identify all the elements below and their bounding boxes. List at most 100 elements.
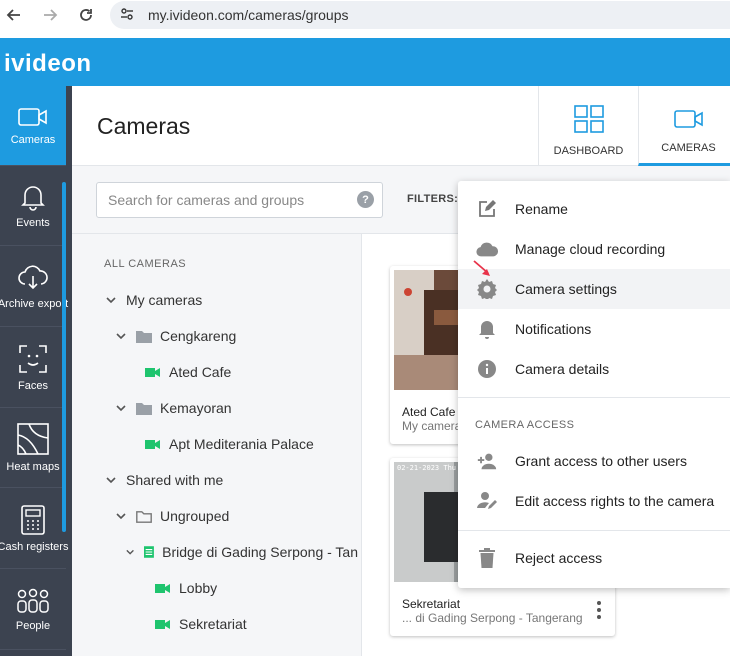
gear-icon <box>476 278 498 300</box>
camera-online-icon <box>155 583 170 593</box>
site-settings-icon[interactable] <box>120 7 134 21</box>
menu-item-label: Camera settings <box>515 281 617 297</box>
back-arrow-icon[interactable] <box>6 7 22 23</box>
bell-icon <box>21 185 45 211</box>
menu-item-rename[interactable]: Rename <box>458 189 730 229</box>
chevron-down-icon[interactable] <box>116 331 126 341</box>
tab-dashboard[interactable]: DASHBOARD <box>538 86 638 166</box>
sidebar-item-label: People <box>15 619 51 632</box>
edit-user-icon <box>476 490 498 512</box>
sidebar-item-cash-registers[interactable]: Cash registers <box>0 489 69 569</box>
tree-heading: ALL CAMERAS <box>104 258 187 270</box>
search-placeholder: Search for cameras and groups <box>108 192 305 208</box>
tree-item-ungrouped[interactable]: Ungrouped <box>116 508 229 524</box>
sidebar-item-people[interactable]: People <box>0 570 66 650</box>
chevron-down-icon[interactable] <box>116 511 126 521</box>
tab-cameras-label: CAMERAS <box>661 142 716 154</box>
menu-item-cloud-recording[interactable]: Manage cloud recording <box>458 229 730 269</box>
menu-item-camera-settings[interactable]: Camera settings <box>458 269 730 309</box>
tree-item-label: Apt Mediterania Palace <box>169 436 314 452</box>
tree-item-label: Cengkareng <box>160 328 237 344</box>
address-bar[interactable]: my.ivideon.com/cameras/groups <box>110 1 730 29</box>
more-options-icon[interactable] <box>597 601 601 622</box>
tree-item-bridge[interactable]: Bridge di Gading Serpong - Tan <box>126 544 358 560</box>
sidebar-item-label: Heat maps <box>6 460 60 473</box>
chevron-down-icon[interactable] <box>116 403 126 413</box>
menu-item-grant-access[interactable]: Grant access to other users <box>458 441 730 481</box>
tree-item-label: Kemayoran <box>160 400 232 416</box>
tab-dashboard-label: DASHBOARD <box>553 145 624 157</box>
menu-item-label: Notifications <box>515 321 592 337</box>
camera-online-icon <box>155 619 170 629</box>
sidebar-item-heat-maps[interactable]: Heat maps <box>0 408 66 488</box>
sidebar: Cameras Events Archive export Faces Heat… <box>0 86 72 656</box>
camera-online-icon <box>145 367 160 377</box>
cash-register-icon <box>21 504 45 535</box>
sidebar-item-label: Cash registers <box>0 540 69 553</box>
tree-item-cengkareng[interactable]: Cengkareng <box>116 328 236 344</box>
tree-item-apt-mediterania[interactable]: Apt Mediterania Palace <box>145 436 314 452</box>
sidebar-item-label: Faces <box>18 379 48 392</box>
chevron-down-icon[interactable] <box>126 547 134 557</box>
tab-cameras[interactable]: CAMERAS <box>638 86 730 166</box>
address-text: my.ivideon.com/cameras/groups <box>148 7 349 23</box>
menu-item-label: Camera details <box>515 361 610 377</box>
trash-icon <box>476 547 498 569</box>
sidebar-item-archive-export[interactable]: Archive export <box>0 247 69 327</box>
menu-divider <box>458 397 730 398</box>
bell-icon <box>476 318 498 340</box>
forward-arrow-icon[interactable] <box>42 7 58 23</box>
help-icon[interactable]: ? <box>357 191 374 208</box>
page-title: Cameras <box>97 113 191 139</box>
sidebar-item-events[interactable]: Events <box>0 166 66 246</box>
camera-card-group: ... di Gading Serpong - Tangerang <box>402 611 583 625</box>
sidebar-item-cameras[interactable]: Cameras <box>0 86 66 166</box>
tree-item-label: My cameras <box>126 292 203 308</box>
folder-icon <box>136 402 152 415</box>
tree-item-shared-with-me[interactable]: Shared with me <box>106 472 223 488</box>
tree-item-lobby[interactable]: Lobby <box>155 580 217 596</box>
edit-icon <box>476 198 498 220</box>
dashboard-grid-icon <box>573 105 604 133</box>
sidebar-item-label: Archive export <box>0 297 69 310</box>
heatmap-icon <box>17 422 49 455</box>
sidebar-scrollbar[interactable] <box>62 182 66 532</box>
tree-item-label: Ungrouped <box>160 508 230 524</box>
sidebar-item-label: Cameras <box>10 133 56 146</box>
menu-divider <box>458 530 730 531</box>
cloud-icon <box>476 238 498 260</box>
menu-item-edit-access-rights[interactable]: Edit access rights to the camera <box>458 481 730 521</box>
tree-item-sekretariat[interactable]: Sekretariat <box>155 616 247 632</box>
menu-item-label: Reject access <box>515 550 603 566</box>
tree-item-label: Shared with me <box>126 472 224 488</box>
folder-icon <box>136 330 152 343</box>
filters-label[interactable]: FILTERS: <box>407 193 458 205</box>
info-icon <box>476 358 498 380</box>
menu-item-label: Grant access to other users <box>515 453 687 469</box>
tree-item-label: Sekretariat <box>179 616 247 632</box>
ivideon-logo[interactable]: ivideon <box>4 50 92 78</box>
tree-item-my-cameras[interactable]: My cameras <box>106 292 202 308</box>
menu-item-camera-details[interactable]: Camera details <box>458 349 730 389</box>
reload-icon[interactable] <box>78 7 94 23</box>
menu-item-label: Edit access rights to the camera <box>515 493 715 509</box>
sidebar-item-faces[interactable]: Faces <box>0 328 66 408</box>
tree-item-ated-cafe[interactable]: Ated Cafe <box>145 364 231 380</box>
chevron-down-icon[interactable] <box>106 295 116 305</box>
menu-item-reject-access[interactable]: Reject access <box>458 538 730 578</box>
camera-card-name: Ated Cafe <box>402 405 456 419</box>
camera-icon <box>673 110 703 128</box>
menu-item-label: Rename <box>515 201 568 217</box>
camera-card-owner: My camera <box>402 419 462 433</box>
camera-icon <box>18 107 47 126</box>
menu-item-notifications[interactable]: Notifications <box>458 309 730 349</box>
server-icon <box>144 546 155 558</box>
chevron-down-icon[interactable] <box>106 475 116 485</box>
tree-item-label: Bridge di Gading Serpong - Tan <box>162 544 358 560</box>
menu-section-heading: CAMERA ACCESS <box>475 419 575 431</box>
search-input[interactable]: Search for cameras and groups <box>96 182 383 218</box>
tree-item-label: Ated Cafe <box>169 364 232 380</box>
people-icon <box>17 588 49 613</box>
tree-item-kemayoran[interactable]: Kemayoran <box>116 400 232 416</box>
annotation-arrow-icon <box>473 260 490 276</box>
